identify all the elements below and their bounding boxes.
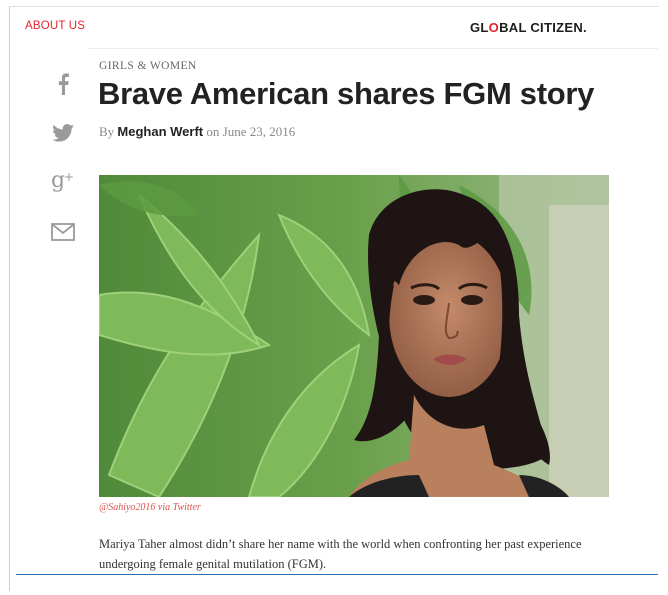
twitter-share-button[interactable] (48, 119, 78, 147)
email-icon (51, 223, 75, 241)
article-title: Brave American shares FGM story (98, 76, 595, 111)
facebook-icon (58, 73, 69, 95)
byline: By Meghan Werft on June 23, 2016 (99, 124, 295, 140)
date-prefix: on (206, 124, 220, 139)
svg-text:g: g (51, 168, 65, 193)
svg-text:+: + (64, 170, 74, 184)
top-bar: ABOUT US GLOBAL CITIZEN. (12, 8, 658, 48)
portrait-illustration (99, 175, 609, 497)
logo-text-o: O (488, 20, 500, 35)
article-hero-image (99, 175, 609, 497)
twitter-icon (52, 124, 74, 142)
header-divider (88, 48, 658, 49)
google-plus-share-button[interactable]: g + (48, 166, 78, 194)
google-plus-icon: g + (51, 168, 74, 193)
global-citizen-logo[interactable]: GLOBAL CITIZEN. (470, 20, 587, 35)
publish-date: June 23, 2016 (222, 124, 296, 139)
email-share-button[interactable] (48, 218, 78, 246)
bottom-divider (16, 574, 658, 575)
facebook-share-button[interactable] (48, 70, 78, 98)
author-link[interactable]: Meghan Werft (117, 124, 203, 139)
byline-prefix: By (99, 124, 115, 139)
logo-text-end: BAL CITIZEN (499, 20, 584, 35)
lead-paragraph: Mariya Taher almost didn’t share her nam… (99, 537, 582, 571)
about-us-link[interactable]: ABOUT US (25, 20, 85, 32)
image-caption[interactable]: @Sahiyo2016 via Twitter (99, 502, 201, 513)
logo-dot: . (583, 20, 587, 35)
logo-text-start: GL (470, 20, 489, 35)
article-category[interactable]: GIRLS & WOMEN (99, 60, 197, 72)
